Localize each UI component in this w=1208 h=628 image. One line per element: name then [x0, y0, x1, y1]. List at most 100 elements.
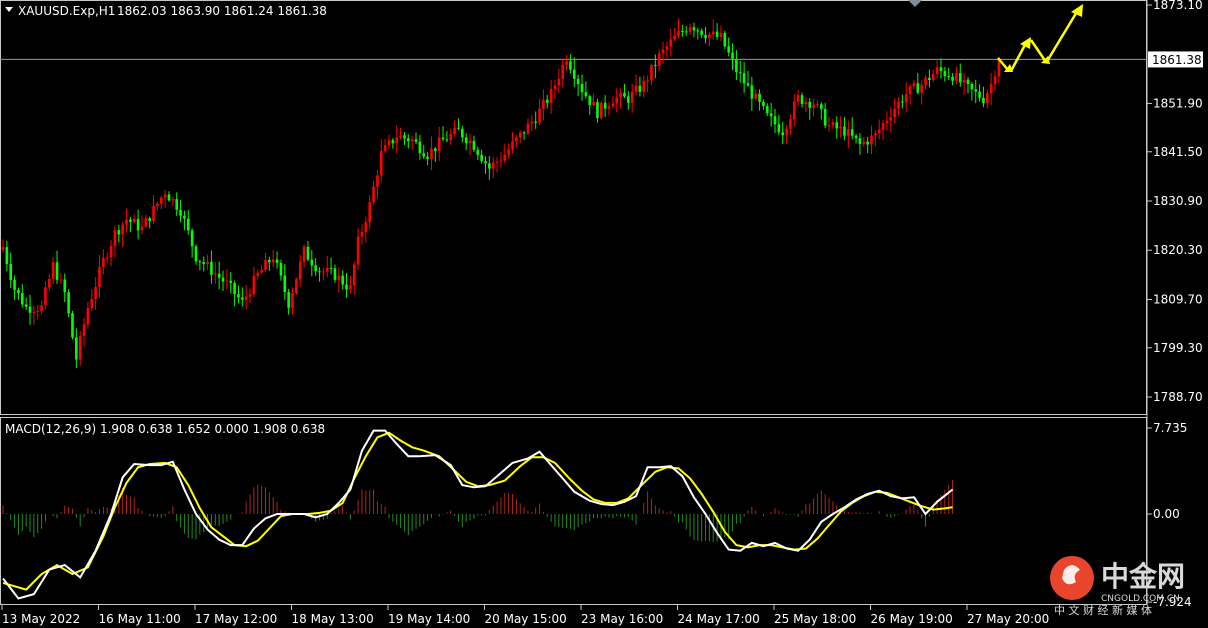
forecast-arrow-line	[1029, 39, 1048, 63]
candle-body	[457, 127, 460, 129]
candle-body	[356, 236, 360, 265]
candle-body	[430, 148, 433, 160]
candle-body	[198, 261, 202, 263]
candle-body	[530, 121, 534, 124]
candle-body	[978, 91, 981, 98]
candle-body	[947, 76, 950, 78]
candle-body	[426, 156, 429, 160]
candle-body	[256, 272, 260, 276]
candle-body	[252, 275, 256, 295]
candle-body	[434, 148, 437, 152]
candle-body	[376, 175, 379, 187]
candle-body	[526, 123, 530, 134]
candle-body	[511, 141, 514, 150]
candle-body	[962, 79, 966, 83]
forecast-arrow-line	[1009, 42, 1028, 72]
candle-body	[71, 313, 74, 338]
candle-body	[55, 262, 59, 280]
candle-body	[870, 135, 873, 145]
candle-body	[167, 194, 171, 201]
candle-body	[681, 31, 684, 33]
candle-body	[186, 218, 190, 231]
candle-body	[28, 306, 32, 313]
candle-body	[742, 73, 746, 84]
candle-body	[673, 35, 676, 40]
candle-body	[275, 259, 279, 263]
candle-body	[395, 137, 399, 144]
candle-body	[194, 246, 198, 262]
candle-body	[113, 230, 117, 246]
candle-body	[630, 91, 634, 103]
candle-body	[893, 108, 896, 118]
candle-body	[607, 106, 611, 109]
candle-body	[515, 137, 518, 142]
candle-body	[422, 153, 426, 157]
candle-body	[271, 259, 275, 263]
candle-body	[391, 140, 395, 144]
ohlc-values: 1862.03 1863.90 1861.24 1861.38	[117, 4, 327, 18]
dropdown-triangle-icon[interactable]	[5, 7, 13, 12]
candle-body	[109, 245, 113, 258]
candle-body	[569, 61, 572, 70]
candle-body	[966, 79, 970, 85]
candle-body	[387, 140, 391, 146]
candle-body	[584, 92, 588, 97]
candle-body	[912, 83, 916, 87]
candle-body	[63, 279, 67, 293]
candle-body	[750, 85, 754, 99]
candle-body	[221, 277, 225, 282]
current-price-tag: 1861.38	[1148, 51, 1203, 68]
candle-body	[179, 209, 182, 216]
candle-body	[75, 337, 78, 360]
candle-body	[214, 273, 217, 275]
candle-body	[719, 33, 723, 37]
candle-body	[657, 53, 661, 66]
candle-body	[445, 139, 449, 141]
candle-body	[538, 108, 541, 123]
candle-body	[958, 73, 962, 83]
price-pane-border	[0, 0, 1147, 415]
candle-body	[769, 113, 773, 117]
candle-body	[839, 126, 842, 129]
candle-body	[210, 261, 213, 275]
candle-body	[329, 267, 333, 269]
candle-body	[901, 101, 904, 103]
candle-body	[156, 203, 159, 206]
candle-body	[820, 104, 823, 109]
chart-shift-marker-icon[interactable]	[908, 0, 922, 7]
candle-body	[982, 97, 985, 104]
time-tick-label: 27 May 20:00	[967, 612, 1049, 626]
candle-body	[711, 31, 715, 35]
candle-body	[217, 273, 221, 278]
candle-body	[78, 335, 82, 360]
candle-body	[237, 294, 240, 298]
candle-body	[800, 95, 804, 105]
candle-body	[148, 218, 151, 222]
candle-body	[654, 65, 657, 67]
candle-body	[920, 84, 923, 93]
candle-body	[572, 69, 576, 79]
candle-body	[816, 104, 819, 106]
candle-body	[989, 84, 993, 94]
candle-body	[40, 305, 43, 312]
candle-body	[970, 84, 974, 90]
candle-body	[746, 83, 750, 86]
candle-body	[503, 154, 507, 161]
candle-body	[9, 264, 13, 280]
candle-body	[831, 122, 835, 126]
candle-body	[600, 102, 603, 119]
price-pane: 1873.10 1851.90 1841.50 1830.90 1820.30 1809.…	[0, 0, 1203, 404]
macd-histogram	[2, 480, 954, 543]
candle-body	[383, 145, 387, 152]
candle-body	[534, 121, 537, 123]
forecast-arrowhead-icon	[1071, 4, 1083, 17]
candle-body	[171, 199, 175, 201]
candle-body	[847, 129, 850, 136]
candle-body	[758, 93, 761, 102]
candle-body	[738, 72, 742, 74]
candle-body	[13, 279, 16, 290]
candle-body	[5, 247, 9, 265]
candle-body	[781, 132, 785, 136]
candle-body	[44, 287, 47, 306]
price-tick-label: 1873.10	[1153, 0, 1203, 12]
